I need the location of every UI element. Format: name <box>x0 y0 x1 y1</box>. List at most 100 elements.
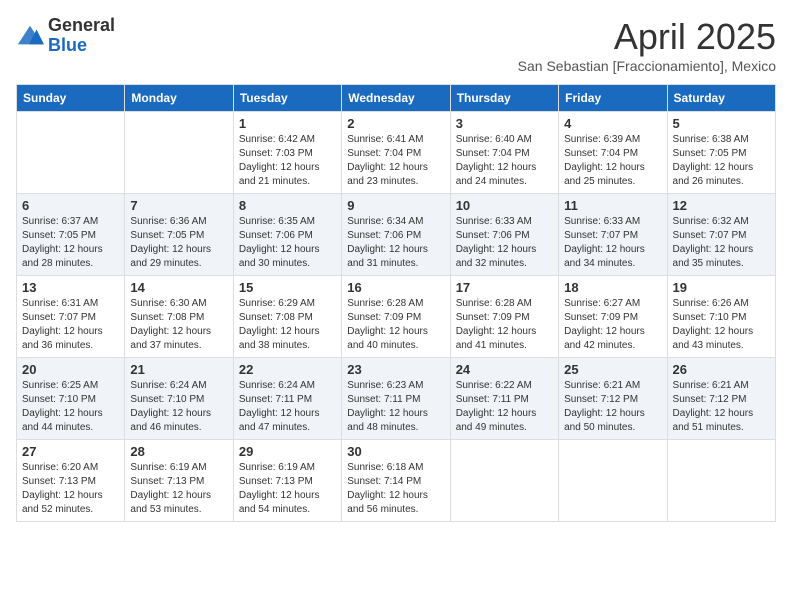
header-wednesday: Wednesday <box>342 85 450 112</box>
day-number: 18 <box>564 280 661 295</box>
day-info: Sunrise: 6:35 AMSunset: 7:06 PMDaylight:… <box>239 215 336 271</box>
calendar-cell: 3 Sunrise: 6:40 AMSunset: 7:04 PMDaylight… <box>450 112 558 194</box>
day-info: Sunrise: 6:19 AMSunset: 7:13 PMDaylight:… <box>239 461 336 517</box>
day-info: Sunrise: 6:28 AMSunset: 7:09 PMDaylight:… <box>456 297 553 353</box>
day-number: 20 <box>22 362 119 377</box>
subtitle: San Sebastian [Fraccionamiento], Mexico <box>518 58 776 74</box>
day-info: Sunrise: 6:40 AMSunset: 7:04 PMDaylight:… <box>456 133 553 189</box>
day-number: 22 <box>239 362 336 377</box>
calendar-cell: 15Sunrise: 6:29 AMSunset: 7:08 PMDayligh… <box>233 276 341 358</box>
day-info: Sunrise: 6:37 AMSunset: 7:05 PMDaylight:… <box>22 215 119 271</box>
header-friday: Friday <box>559 85 667 112</box>
day-info: Sunrise: 6:20 AMSunset: 7:13 PMDaylight:… <box>22 461 119 517</box>
header-sunday: Sunday <box>17 85 125 112</box>
day-info: Sunrise: 6:41 AMSunset: 7:04 PMDaylight:… <box>347 133 444 189</box>
day-info: Sunrise: 6:29 AMSunset: 7:08 PMDaylight:… <box>239 297 336 353</box>
day-info: Sunrise: 6:18 AMSunset: 7:14 PMDaylight:… <box>347 461 444 517</box>
day-info: Sunrise: 6:24 AMSunset: 7:11 PMDaylight:… <box>239 379 336 435</box>
day-number: 6 <box>22 198 119 213</box>
day-number: 21 <box>130 362 227 377</box>
calendar-cell: 4 Sunrise: 6:39 AMSunset: 7:04 PMDaylight… <box>559 112 667 194</box>
calendar-cell: 12 Sunrise: 6:32 AMSunset: 7:07 PMDayligh… <box>667 194 775 276</box>
calendar-cell: 9 Sunrise: 6:34 AMSunset: 7:06 PMDaylight… <box>342 194 450 276</box>
month-title: April 2025 <box>518 16 776 58</box>
day-number: 2 <box>347 116 444 131</box>
day-info: Sunrise: 6:34 AMSunset: 7:06 PMDaylight:… <box>347 215 444 271</box>
day-number: 7 <box>130 198 227 213</box>
calendar-cell: 29Sunrise: 6:19 AMSunset: 7:13 PMDayligh… <box>233 440 341 522</box>
day-number: 19 <box>673 280 770 295</box>
day-number: 4 <box>564 116 661 131</box>
logo-general: General <box>48 16 115 36</box>
calendar-cell: 20 Sunrise: 6:25 AMSunset: 7:10 PMDayligh… <box>17 358 125 440</box>
calendar-cell: 6 Sunrise: 6:37 AMSunset: 7:05 PMDaylight… <box>17 194 125 276</box>
day-info: Sunrise: 6:33 AMSunset: 7:07 PMDaylight:… <box>564 215 661 271</box>
calendar-cell: 16Sunrise: 6:28 AMSunset: 7:09 PMDayligh… <box>342 276 450 358</box>
header-thursday: Thursday <box>450 85 558 112</box>
day-info: Sunrise: 6:39 AMSunset: 7:04 PMDaylight:… <box>564 133 661 189</box>
day-number: 5 <box>673 116 770 131</box>
calendar-cell <box>125 112 233 194</box>
day-info: Sunrise: 6:25 AMSunset: 7:10 PMDaylight:… <box>22 379 119 435</box>
day-number: 11 <box>564 198 661 213</box>
calendar-cell: 7 Sunrise: 6:36 AMSunset: 7:05 PMDaylight… <box>125 194 233 276</box>
day-info: Sunrise: 6:30 AMSunset: 7:08 PMDaylight:… <box>130 297 227 353</box>
calendar-cell: 22 Sunrise: 6:24 AMSunset: 7:11 PMDayligh… <box>233 358 341 440</box>
calendar-cell: 1 Sunrise: 6:42 AMSunset: 7:03 PMDaylight… <box>233 112 341 194</box>
day-info: Sunrise: 6:38 AMSunset: 7:05 PMDaylight:… <box>673 133 770 189</box>
day-info: Sunrise: 6:36 AMSunset: 7:05 PMDaylight:… <box>130 215 227 271</box>
day-number: 17 <box>456 280 553 295</box>
day-number: 24 <box>456 362 553 377</box>
calendar-cell <box>17 112 125 194</box>
day-info: Sunrise: 6:22 AMSunset: 7:11 PMDaylight:… <box>456 379 553 435</box>
calendar-cell: 28 Sunrise: 6:19 AMSunset: 7:13 PMDayligh… <box>125 440 233 522</box>
day-number: 27 <box>22 444 119 459</box>
header-tuesday: Tuesday <box>233 85 341 112</box>
calendar-cell <box>667 440 775 522</box>
logo-text: General Blue <box>48 16 115 56</box>
day-number: 8 <box>239 198 336 213</box>
day-info: Sunrise: 6:32 AMSunset: 7:07 PMDaylight:… <box>673 215 770 271</box>
day-info: Sunrise: 6:42 AMSunset: 7:03 PMDaylight:… <box>239 133 336 189</box>
day-number: 28 <box>130 444 227 459</box>
calendar-cell: 23Sunrise: 6:23 AMSunset: 7:11 PMDayligh… <box>342 358 450 440</box>
calendar-cell: 18Sunrise: 6:27 AMSunset: 7:09 PMDayligh… <box>559 276 667 358</box>
calendar-week-5: 27 Sunrise: 6:20 AMSunset: 7:13 PMDayligh… <box>17 440 776 522</box>
calendar-header: SundayMondayTuesdayWednesdayThursdayFrid… <box>17 85 776 112</box>
calendar-cell: 30Sunrise: 6:18 AMSunset: 7:14 PMDayligh… <box>342 440 450 522</box>
calendar-cell: 26 Sunrise: 6:21 AMSunset: 7:12 PMDayligh… <box>667 358 775 440</box>
header-monday: Monday <box>125 85 233 112</box>
day-info: Sunrise: 6:31 AMSunset: 7:07 PMDaylight:… <box>22 297 119 353</box>
day-info: Sunrise: 6:24 AMSunset: 7:10 PMDaylight:… <box>130 379 227 435</box>
calendar-cell <box>559 440 667 522</box>
day-info: Sunrise: 6:21 AMSunset: 7:12 PMDaylight:… <box>673 379 770 435</box>
day-number: 1 <box>239 116 336 131</box>
logo-blue: Blue <box>48 36 115 56</box>
day-number: 26 <box>673 362 770 377</box>
header-saturday: Saturday <box>667 85 775 112</box>
day-info: Sunrise: 6:21 AMSunset: 7:12 PMDaylight:… <box>564 379 661 435</box>
day-number: 10 <box>456 198 553 213</box>
day-info: Sunrise: 6:28 AMSunset: 7:09 PMDaylight:… <box>347 297 444 353</box>
calendar-week-2: 6 Sunrise: 6:37 AMSunset: 7:05 PMDaylight… <box>17 194 776 276</box>
day-number: 12 <box>673 198 770 213</box>
day-number: 3 <box>456 116 553 131</box>
day-info: Sunrise: 6:23 AMSunset: 7:11 PMDaylight:… <box>347 379 444 435</box>
calendar-cell: 8 Sunrise: 6:35 AMSunset: 7:06 PMDaylight… <box>233 194 341 276</box>
title-section: April 2025 San Sebastian [Fraccionamient… <box>518 16 776 74</box>
day-info: Sunrise: 6:19 AMSunset: 7:13 PMDaylight:… <box>130 461 227 517</box>
day-number: 9 <box>347 198 444 213</box>
calendar-cell: 21 Sunrise: 6:24 AMSunset: 7:10 PMDayligh… <box>125 358 233 440</box>
calendar-cell <box>450 440 558 522</box>
calendar-cell: 11 Sunrise: 6:33 AMSunset: 7:07 PMDayligh… <box>559 194 667 276</box>
calendar-cell: 19 Sunrise: 6:26 AMSunset: 7:10 PMDayligh… <box>667 276 775 358</box>
calendar: SundayMondayTuesdayWednesdayThursdayFrid… <box>16 84 776 522</box>
calendar-cell: 25Sunrise: 6:21 AMSunset: 7:12 PMDayligh… <box>559 358 667 440</box>
calendar-cell: 5 Sunrise: 6:38 AMSunset: 7:05 PMDaylight… <box>667 112 775 194</box>
logo: General Blue <box>16 16 115 56</box>
calendar-cell: 17 Sunrise: 6:28 AMSunset: 7:09 PMDayligh… <box>450 276 558 358</box>
calendar-cell: 10Sunrise: 6:33 AMSunset: 7:06 PMDayligh… <box>450 194 558 276</box>
calendar-week-3: 13Sunrise: 6:31 AMSunset: 7:07 PMDayligh… <box>17 276 776 358</box>
calendar-week-1: 1 Sunrise: 6:42 AMSunset: 7:03 PMDaylight… <box>17 112 776 194</box>
day-info: Sunrise: 6:26 AMSunset: 7:10 PMDaylight:… <box>673 297 770 353</box>
